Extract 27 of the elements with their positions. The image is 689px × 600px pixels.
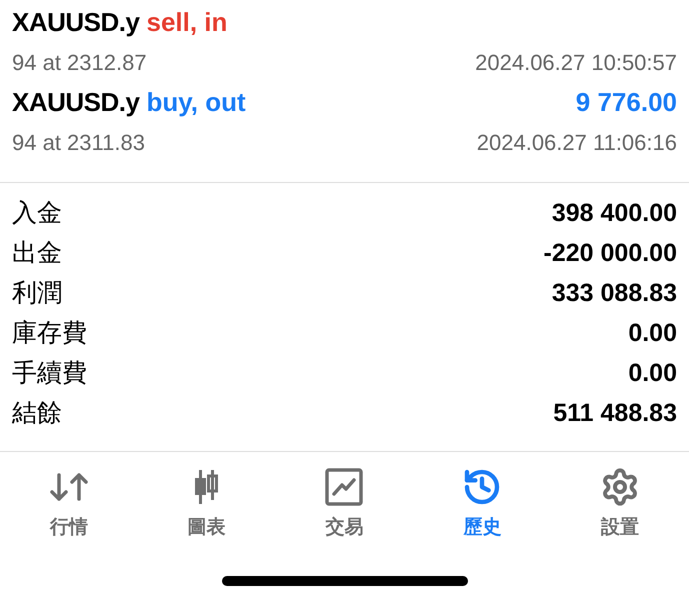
summary-label: 庫存費 [12,318,87,350]
summary-label: 入金 [12,198,62,230]
summary-value: -220 000.00 [544,238,677,270]
summary-label: 利潤 [12,278,62,310]
tab-bar-item[interactable]: 圖表 [138,466,276,542]
summary-label: 結餘 [12,398,62,430]
line-chart-icon [325,468,364,506]
tab-bar-item[interactable]: 行情 [0,466,138,542]
deal-symbol: XAUUSD.y [12,6,140,39]
summary-value: 398 400.00 [552,198,677,230]
deal-action: sell, in [146,6,228,39]
tab-bar-item[interactable]: 設置 [551,466,689,542]
deal-profit: 9 776.00 [576,86,677,119]
summary-value: 511 488.83 [553,398,677,430]
deal-time: 2024.06.27 11:06:16 [476,128,677,156]
summary-value: 0.00 [628,358,677,390]
deal-action: buy, out [146,86,246,119]
deal-symbol: XAUUSD.y [12,86,140,119]
summary-label: 出金 [12,238,62,270]
deal-volume-price: 94 at 2312.87 [12,48,147,76]
tab-bar-item[interactable]: 交易 [276,466,414,542]
summary-label: 手續費 [12,358,87,390]
tab-bar-item[interactable]: 歷史 [413,466,552,542]
summary-value: 0.00 [628,318,677,350]
summary-value: 333 088.83 [552,278,677,310]
deal-time: 2024.06.27 10:50:57 [475,48,677,76]
deal-volume-price: 94 at 2311.83 [12,128,145,156]
